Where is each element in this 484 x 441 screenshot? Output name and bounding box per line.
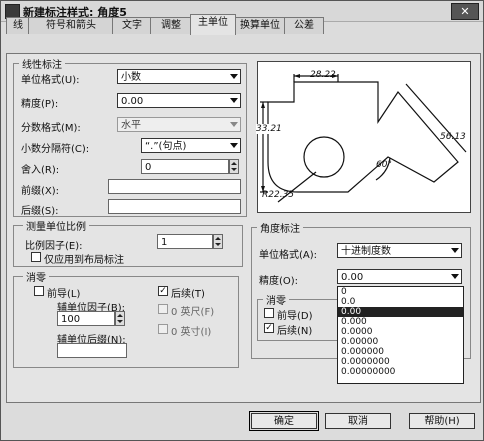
measurement-scale-title: 测量单位比例 (23, 218, 89, 233)
dropdown-option[interactable]: 0.0 (338, 297, 463, 307)
preview-pane: 28.22 33.21 56.13 60° R22.35 (256, 61, 471, 213)
decimal-separator-label: 小数分隔符(C): (21, 144, 90, 155)
tab-fit[interactable]: 调整 (150, 17, 192, 34)
dropdown-option-selected[interactable]: 0.00 (338, 307, 463, 317)
arrow-down-icon (117, 320, 123, 323)
inches-checkbox[interactable] (158, 324, 168, 334)
suffix-label: 后缀(S): (21, 206, 59, 217)
dimension-style-dialog: 新建标注样式: 角度5 ✕ 线 符号和箭头 文字 调整 主单位 换算单位 公差 … (0, 0, 484, 441)
angular-dimensions-title: 角度标注 (257, 220, 303, 235)
feet-checkbox[interactable] (158, 304, 168, 314)
leading-label: 前导(L) (47, 289, 81, 300)
arrow-up-icon (215, 237, 221, 240)
cancel-button[interactable]: 取消 (325, 413, 391, 429)
leading-checkbox[interactable] (34, 286, 44, 296)
dropdown-option[interactable]: 0.000 (338, 317, 463, 327)
arrow-down-icon (231, 168, 237, 171)
sub-unit-suffix-input[interactable] (57, 343, 127, 358)
angular-precision-select[interactable]: 0.00 (337, 269, 462, 284)
dropdown-option[interactable]: 0.0000000 (338, 357, 463, 367)
preview-dim-radius: R22.35 (262, 190, 295, 200)
precision-label: 精度(P): (21, 99, 59, 110)
angular-precision-label: 精度(O): (259, 276, 299, 287)
help-button[interactable]: 帮助(H) (409, 413, 475, 429)
round-off-input[interactable]: 0 (141, 159, 229, 174)
unit-format-select[interactable]: 小数 (117, 69, 241, 84)
scale-factor-spinner[interactable] (213, 234, 223, 249)
angular-unit-format-select[interactable]: 十进制度数 (337, 243, 462, 258)
close-button[interactable]: ✕ (451, 3, 479, 20)
prefix-label: 前缀(X): (21, 186, 60, 197)
zero-suppression-title: 消零 (23, 269, 49, 284)
scale-factor-input[interactable]: 1 (157, 234, 213, 249)
chevron-down-icon (230, 143, 238, 148)
linear-dimensions-title: 线性标注 (19, 56, 65, 71)
layout-only-checkbox[interactable] (31, 252, 41, 262)
arrow-down-icon (215, 243, 221, 246)
unit-format-label: 单位格式(U): (21, 75, 80, 86)
chevron-down-icon (230, 122, 238, 127)
feet-label: 0 英尺(F) (171, 307, 215, 318)
angular-unit-format-label: 单位格式(A): (259, 250, 318, 261)
preview-dim-top: 28.22 (310, 70, 336, 80)
dropdown-option[interactable]: 0.00000000 (338, 367, 463, 377)
angular-leading-label: 前导(D) (277, 311, 313, 322)
chevron-down-icon (230, 74, 238, 79)
dropdown-option[interactable]: 0.000000 (338, 347, 463, 357)
chevron-down-icon (451, 248, 459, 253)
ok-button[interactable]: 确定 (249, 411, 319, 431)
scale-factor-label: 比例因子(E): (25, 241, 83, 252)
precision-select[interactable]: 0.00 (117, 93, 241, 108)
sub-unit-factor-input[interactable]: 100 (57, 311, 115, 326)
arrow-up-icon (231, 162, 237, 165)
tab-alternate-units[interactable]: 换算单位 (234, 17, 286, 34)
preview-dim-left: 33.21 (256, 124, 282, 134)
chevron-down-icon (230, 98, 238, 103)
angular-zero-suppression-title: 消零 (263, 292, 289, 307)
preview-dim-angle: 60° (376, 160, 392, 170)
dropdown-option[interactable]: 0 (338, 287, 463, 297)
fraction-format-label: 分数格式(M): (21, 123, 81, 134)
tab-lines[interactable]: 线 (6, 17, 30, 34)
angular-leading-checkbox[interactable] (264, 308, 274, 318)
dropdown-option[interactable]: 0.00000 (338, 337, 463, 347)
dropdown-option[interactable]: 0.0000 (338, 327, 463, 337)
inches-label: 0 英寸(I) (171, 327, 212, 338)
tab-text[interactable]: 文字 (112, 17, 152, 34)
chevron-down-icon (451, 274, 459, 279)
decimal-separator-select[interactable]: “.”(句点) (141, 138, 241, 153)
trailing-checkbox[interactable]: ✓ (158, 286, 168, 296)
tab-tolerances[interactable]: 公差 (284, 17, 324, 34)
prefix-input[interactable] (108, 179, 241, 194)
precision-dropdown-list: 0 0.0 0.00 0.000 0.0000 0.00000 0.000000… (337, 286, 464, 384)
preview-dim-right: 56.13 (440, 132, 466, 142)
trailing-label: 后续(T) (171, 289, 205, 300)
angular-trailing-checkbox[interactable]: ✓ (264, 323, 274, 333)
sub-unit-factor-spinner[interactable] (115, 311, 125, 326)
round-off-spinner[interactable] (229, 159, 239, 174)
angular-trailing-label: 后续(N) (277, 326, 313, 337)
tab-symbols-arrows[interactable]: 符号和箭头 (28, 17, 114, 34)
round-off-label: 舍入(R): (21, 165, 60, 176)
arrow-up-icon (117, 314, 123, 317)
layout-only-label: 仅应用到布局标注 (44, 255, 124, 266)
fraction-format-select[interactable]: 水平 (117, 117, 241, 132)
tab-primary-units[interactable]: 主单位 (190, 14, 236, 35)
suffix-input[interactable] (108, 199, 241, 214)
